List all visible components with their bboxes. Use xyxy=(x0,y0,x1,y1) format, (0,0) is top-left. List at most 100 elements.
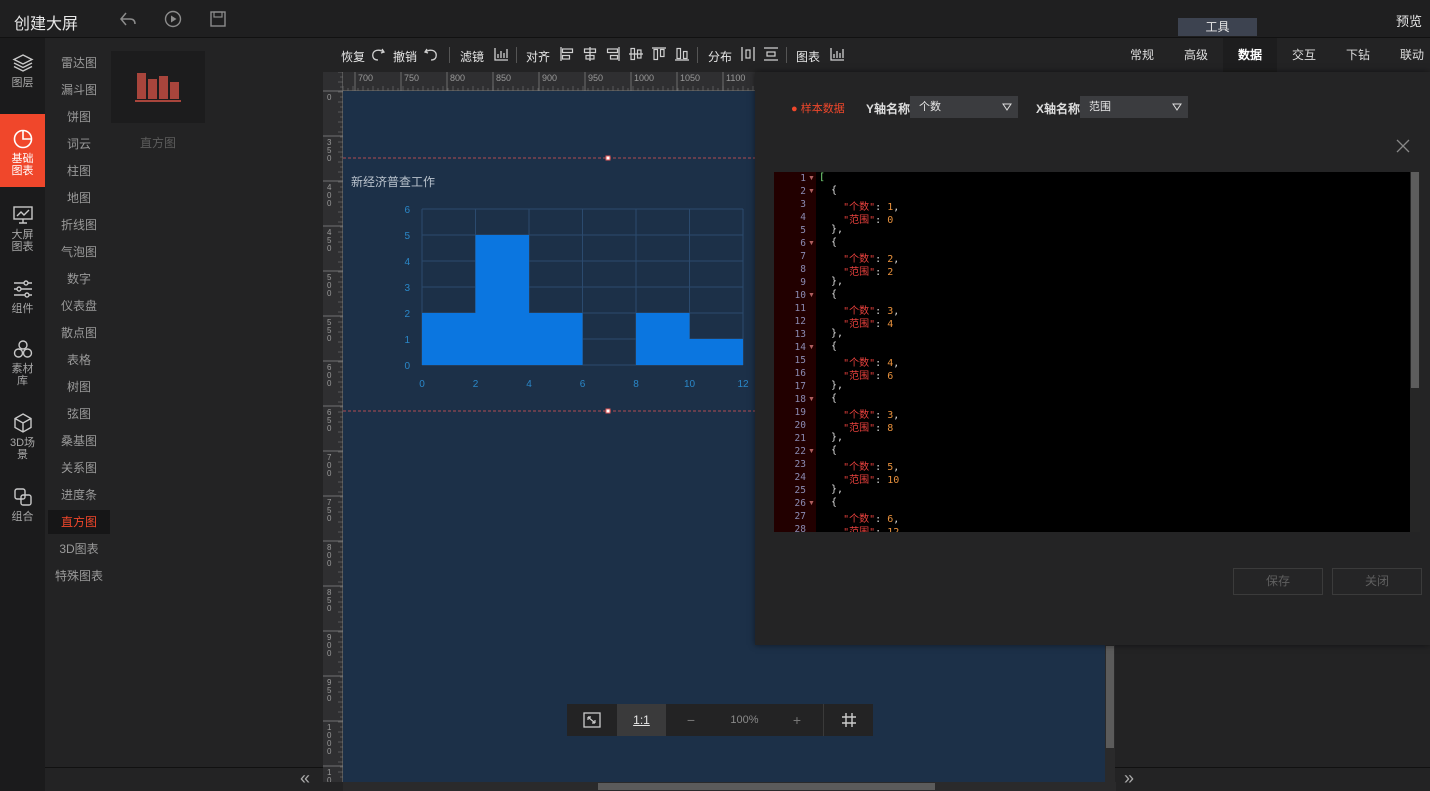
x-axis-select[interactable]: 范围 xyxy=(1080,96,1188,118)
vertical-scroll-thumb[interactable] xyxy=(1106,646,1114,748)
histogram-thumbnail[interactable] xyxy=(111,51,205,123)
filter-chart-icon[interactable] xyxy=(493,46,509,62)
align-bottom-icon[interactable] xyxy=(674,46,690,62)
histogram-chart[interactable]: 01234560 2 4 6 8 10 12 xyxy=(404,205,749,390)
code-line: }, xyxy=(819,328,844,339)
resize-handle-bottom[interactable] xyxy=(605,408,611,414)
tool-tab[interactable]: 工具 xyxy=(1178,18,1257,36)
editor-scroll-thumb[interactable] xyxy=(1411,172,1419,388)
close-button[interactable]: 关闭 xyxy=(1332,568,1422,595)
rail-3d-scene[interactable]: 3D场景 xyxy=(0,412,45,461)
category-item[interactable]: 柱图 xyxy=(48,159,110,183)
category-item[interactable]: 仪表盘 xyxy=(48,294,110,318)
category-item[interactable]: 进度条 xyxy=(48,483,110,507)
align-top-icon[interactable] xyxy=(651,46,667,62)
category-item[interactable]: 直方图 xyxy=(48,510,110,534)
rail-group[interactable]: 组合 xyxy=(0,486,45,523)
preview-button[interactable]: 预览 xyxy=(1396,11,1422,30)
back-icon[interactable] xyxy=(118,9,138,29)
zoom-out-button[interactable]: − xyxy=(677,704,705,736)
fold-arrow-icon[interactable]: ▼ xyxy=(808,240,815,247)
category-item[interactable]: 关系图 xyxy=(48,456,110,480)
x-tick-label: 12 xyxy=(737,379,749,390)
rail-label: 组合 xyxy=(11,511,34,523)
distribute-button[interactable]: 分布 xyxy=(708,48,732,65)
fit-screen-icon[interactable] xyxy=(567,704,617,736)
tab-0[interactable]: 常规 xyxy=(1115,38,1169,72)
close-icon[interactable] xyxy=(1395,138,1411,154)
fold-arrow-icon[interactable]: ▼ xyxy=(808,396,815,403)
align-button[interactable]: 对齐 xyxy=(526,48,550,65)
code-line: }, xyxy=(819,432,844,443)
undo-icon[interactable] xyxy=(423,46,439,62)
distribute-h-icon[interactable] xyxy=(740,46,756,62)
fold-arrow-icon[interactable]: ▼ xyxy=(808,344,815,351)
distribute-v-icon[interactable] xyxy=(763,46,779,62)
rail-basic-charts[interactable]: 基础图表 xyxy=(0,114,45,187)
code-line: { xyxy=(819,185,838,196)
tab-1[interactable]: 高级 xyxy=(1169,38,1223,72)
line-number: 16 xyxy=(794,368,806,379)
chart-button[interactable]: 图表 xyxy=(796,48,820,65)
ratio-button[interactable]: 1:1 xyxy=(617,704,666,736)
rail-components[interactable]: 组件 xyxy=(0,278,45,315)
category-item[interactable]: 桑基图 xyxy=(48,429,110,453)
filter-button[interactable]: 滤镜 xyxy=(460,48,484,65)
histogram-bar xyxy=(475,235,529,365)
horizontal-scroll-thumb[interactable] xyxy=(598,783,935,790)
category-item[interactable]: 数字 xyxy=(48,267,110,291)
fold-arrow-icon[interactable]: ▼ xyxy=(808,188,815,195)
tab-5[interactable]: 联动 xyxy=(1385,38,1430,72)
category-item[interactable]: 词云 xyxy=(48,132,110,156)
redo-icon[interactable] xyxy=(370,46,386,62)
redo-button[interactable]: 恢复 xyxy=(341,48,365,65)
line-number: 28 xyxy=(794,524,806,532)
play-icon[interactable] xyxy=(163,9,183,29)
category-item[interactable]: 漏斗图 xyxy=(48,78,110,102)
category-item[interactable]: 雷达图 xyxy=(48,51,110,75)
fold-arrow-icon[interactable]: ▼ xyxy=(808,500,815,507)
category-item[interactable]: 饼图 xyxy=(48,105,110,129)
category-item[interactable]: 折线图 xyxy=(48,213,110,237)
tab-2[interactable]: 数据 xyxy=(1223,38,1277,72)
tab-3[interactable]: 交互 xyxy=(1277,38,1331,72)
tab-4[interactable]: 下钻 xyxy=(1331,38,1385,72)
align-center-h-icon[interactable] xyxy=(582,46,598,62)
rail-screen-charts[interactable]: 大屏图表 xyxy=(0,204,45,253)
resize-handle-top[interactable] xyxy=(605,155,611,161)
code-line: { xyxy=(819,445,838,456)
category-item[interactable]: 3D图表 xyxy=(48,537,110,561)
align-left-icon[interactable] xyxy=(559,46,575,62)
save-button[interactable]: 保存 xyxy=(1233,568,1323,595)
expand-right-icon[interactable]: » xyxy=(1124,768,1134,789)
chevron-down-icon xyxy=(1002,103,1012,111)
align-center-v-icon[interactable] xyxy=(628,46,644,62)
y-axis-select[interactable]: 个数 xyxy=(910,96,1018,118)
line-number: 7 xyxy=(800,251,806,262)
chart-icon[interactable] xyxy=(829,46,845,62)
category-item[interactable]: 地图 xyxy=(48,186,110,210)
category-item[interactable]: 树图 xyxy=(48,375,110,399)
fold-arrow-icon[interactable]: ▼ xyxy=(808,448,815,455)
line-number: 9 xyxy=(800,277,806,288)
category-item[interactable]: 散点图 xyxy=(48,321,110,345)
divider xyxy=(45,767,323,768)
line-number: 18 xyxy=(794,394,806,405)
fold-arrow-icon[interactable]: ▼ xyxy=(808,175,815,182)
undo-button[interactable]: 撤销 xyxy=(393,48,417,65)
rail-materials[interactable]: 素材库 xyxy=(0,338,45,387)
category-item[interactable]: 弦图 xyxy=(48,402,110,426)
category-item[interactable]: 特殊图表 xyxy=(48,564,110,588)
zoom-in-button[interactable]: + xyxy=(783,704,811,736)
y-axis-label: Y轴名称 xyxy=(866,102,911,116)
category-item[interactable]: 表格 xyxy=(48,348,110,372)
json-code-editor[interactable]: 1 ▼ 2 ▼ 3 4 5 6 ▼ 7 8 9 10 ▼ 11 12 13 14 ▼ 15 16 17 18 ▼ 19 20 21 2… xyxy=(774,172,1420,532)
grid-icon[interactable] xyxy=(823,704,873,736)
collapse-left-icon[interactable]: « xyxy=(300,768,310,789)
category-item[interactable]: 气泡图 xyxy=(48,240,110,264)
zoom-level: 100% xyxy=(730,714,759,726)
save-icon[interactable] xyxy=(208,9,228,29)
fold-arrow-icon[interactable]: ▼ xyxy=(808,292,815,299)
align-right-icon[interactable] xyxy=(605,46,621,62)
rail-layers[interactable]: 图层 xyxy=(0,52,45,89)
